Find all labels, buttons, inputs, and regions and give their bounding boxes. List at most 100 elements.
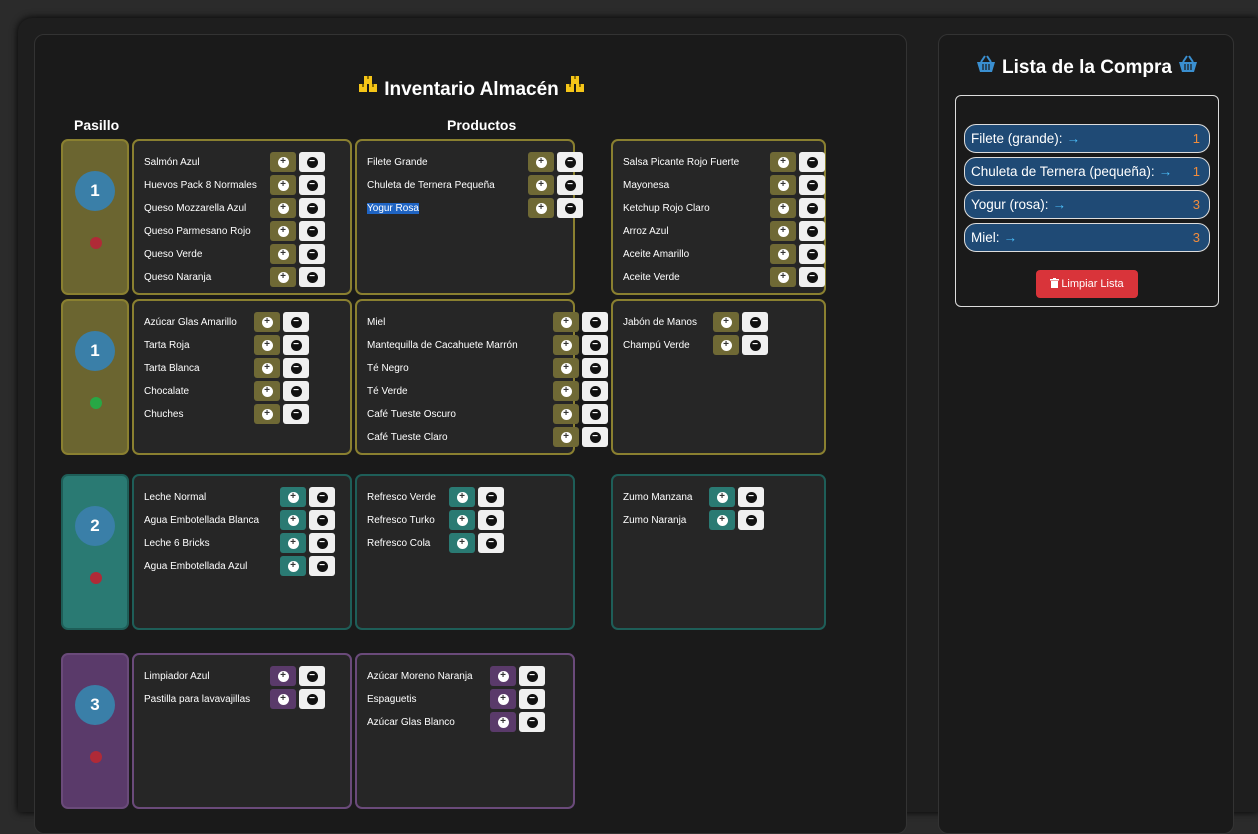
add-button[interactable]: +: [254, 381, 280, 401]
remove-button[interactable]: −: [557, 152, 583, 172]
remove-button[interactable]: −: [799, 244, 825, 264]
add-button[interactable]: +: [490, 712, 516, 732]
add-button[interactable]: +: [270, 666, 296, 686]
add-button[interactable]: +: [553, 358, 579, 378]
remove-button[interactable]: −: [742, 335, 768, 355]
remove-button[interactable]: −: [283, 335, 309, 355]
shopping-list-item[interactable]: Filete (grande): → 1: [964, 124, 1210, 153]
add-button[interactable]: +: [770, 221, 796, 241]
add-button[interactable]: +: [709, 510, 735, 530]
remove-button[interactable]: −: [309, 510, 335, 530]
add-button[interactable]: +: [449, 487, 475, 507]
remove-button[interactable]: −: [283, 312, 309, 332]
remove-button[interactable]: −: [519, 666, 545, 686]
add-button[interactable]: +: [528, 198, 554, 218]
remove-button[interactable]: −: [557, 175, 583, 195]
remove-button[interactable]: −: [799, 267, 825, 287]
clear-list-button[interactable]: Limpiar Lista: [1036, 270, 1138, 298]
add-button[interactable]: +: [270, 152, 296, 172]
add-button[interactable]: +: [553, 335, 579, 355]
remove-button[interactable]: −: [799, 175, 825, 195]
remove-button[interactable]: −: [582, 358, 608, 378]
product-name: Café Tueste Claro: [367, 431, 448, 443]
add-button[interactable]: +: [553, 312, 579, 332]
add-button[interactable]: +: [270, 175, 296, 195]
add-button[interactable]: +: [770, 198, 796, 218]
add-button[interactable]: +: [449, 533, 475, 553]
remove-button[interactable]: −: [299, 689, 325, 709]
remove-button[interactable]: −: [582, 381, 608, 401]
remove-button[interactable]: −: [582, 312, 608, 332]
add-button[interactable]: +: [280, 556, 306, 576]
remove-button[interactable]: −: [283, 358, 309, 378]
remove-button[interactable]: −: [557, 198, 583, 218]
add-button[interactable]: +: [553, 404, 579, 424]
remove-button[interactable]: −: [519, 712, 545, 732]
add-button[interactable]: +: [528, 175, 554, 195]
add-button[interactable]: +: [713, 312, 739, 332]
remove-button[interactable]: −: [478, 487, 504, 507]
remove-button[interactable]: −: [299, 152, 325, 172]
remove-button[interactable]: −: [283, 404, 309, 424]
add-button[interactable]: +: [254, 358, 280, 378]
plus-icon: +: [560, 339, 572, 351]
add-button[interactable]: +: [254, 312, 280, 332]
remove-button[interactable]: −: [519, 689, 545, 709]
remove-button[interactable]: −: [582, 427, 608, 447]
remove-button[interactable]: −: [799, 152, 825, 172]
remove-button[interactable]: −: [309, 556, 335, 576]
remove-button[interactable]: −: [582, 335, 608, 355]
status-green-icon[interactable]: [90, 397, 102, 409]
add-button[interactable]: +: [280, 533, 306, 553]
add-button[interactable]: +: [528, 152, 554, 172]
remove-button[interactable]: −: [299, 221, 325, 241]
add-button[interactable]: +: [270, 198, 296, 218]
remove-button[interactable]: −: [742, 312, 768, 332]
remove-button[interactable]: −: [478, 533, 504, 553]
add-button[interactable]: +: [254, 404, 280, 424]
remove-button[interactable]: −: [309, 487, 335, 507]
status-red-icon[interactable]: [90, 572, 102, 584]
add-button[interactable]: +: [254, 335, 280, 355]
add-button[interactable]: +: [770, 267, 796, 287]
remove-button[interactable]: −: [283, 381, 309, 401]
shopping-list-item[interactable]: Chuleta de Ternera (pequeña): → 1: [964, 157, 1210, 186]
arrow-right-icon: →: [1052, 197, 1067, 212]
status-red-icon[interactable]: [90, 751, 102, 763]
arrow-right-icon: →: [1158, 164, 1173, 179]
remove-button[interactable]: −: [299, 666, 325, 686]
add-button[interactable]: +: [280, 510, 306, 530]
remove-button[interactable]: −: [738, 487, 764, 507]
add-button[interactable]: +: [270, 244, 296, 264]
remove-button[interactable]: −: [299, 175, 325, 195]
add-button[interactable]: +: [490, 689, 516, 709]
add-button[interactable]: +: [449, 510, 475, 530]
remove-button[interactable]: −: [309, 533, 335, 553]
add-button[interactable]: +: [709, 487, 735, 507]
remove-button[interactable]: −: [299, 244, 325, 264]
shopping-list-item[interactable]: Miel: → 3: [964, 223, 1210, 252]
minus-icon: −: [564, 156, 576, 168]
add-button[interactable]: +: [270, 267, 296, 287]
remove-button[interactable]: −: [299, 198, 325, 218]
add-button[interactable]: +: [270, 689, 296, 709]
add-button[interactable]: +: [270, 221, 296, 241]
plus-icon: +: [497, 716, 509, 728]
remove-button[interactable]: −: [799, 198, 825, 218]
remove-button[interactable]: −: [582, 404, 608, 424]
add-button[interactable]: +: [770, 152, 796, 172]
add-button[interactable]: +: [770, 175, 796, 195]
add-button[interactable]: +: [490, 666, 516, 686]
add-button[interactable]: +: [770, 244, 796, 264]
remove-button[interactable]: −: [738, 510, 764, 530]
status-red-icon[interactable]: [90, 237, 102, 249]
add-button[interactable]: +: [553, 427, 579, 447]
shopping-list-item[interactable]: Yogur (rosa): → 3: [964, 190, 1210, 219]
add-button[interactable]: +: [713, 335, 739, 355]
add-button[interactable]: +: [280, 487, 306, 507]
remove-button[interactable]: −: [299, 267, 325, 287]
remove-button[interactable]: −: [478, 510, 504, 530]
add-button[interactable]: +: [553, 381, 579, 401]
remove-button[interactable]: −: [799, 221, 825, 241]
minus-icon: −: [485, 537, 497, 549]
